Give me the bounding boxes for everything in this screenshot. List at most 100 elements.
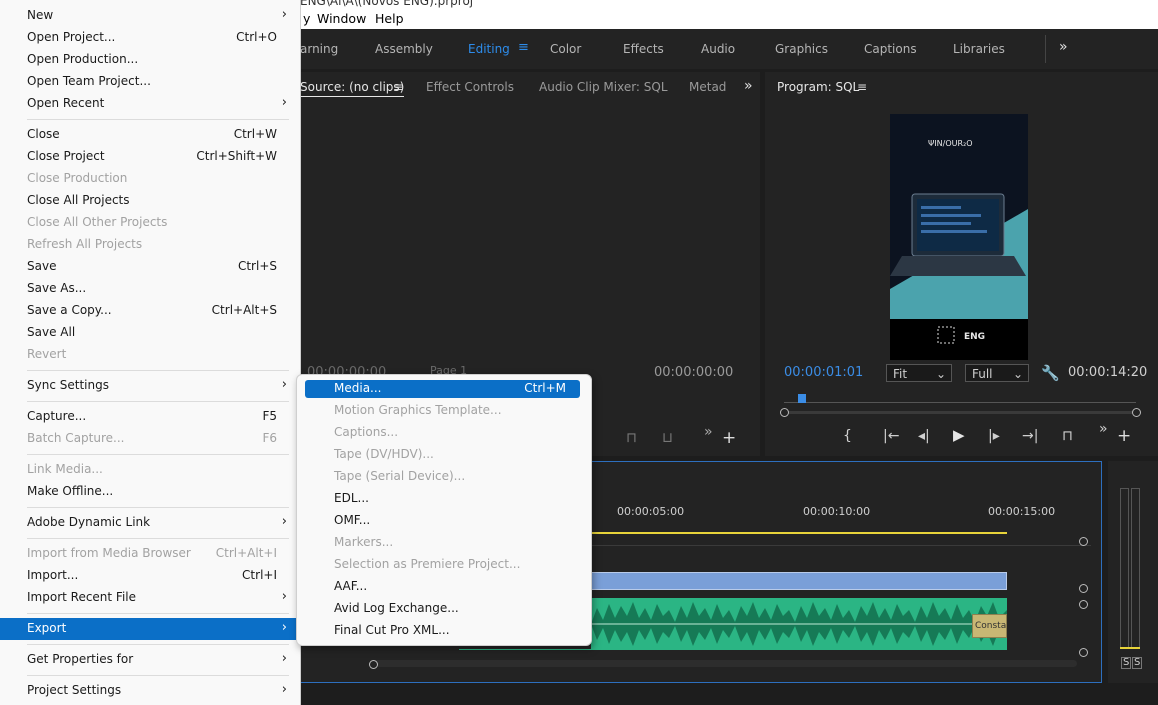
program-zoom-bar[interactable]: [780, 408, 1141, 417]
export-item-edl[interactable]: EDL...: [305, 490, 580, 508]
menu-item-label: Close Production: [27, 171, 128, 185]
play-icon[interactable]: ▶: [953, 426, 965, 444]
fit-dropdown[interactable]: Fit ⌄: [886, 364, 952, 382]
tab-metadata[interactable]: Metad: [689, 80, 726, 94]
export-item-media[interactable]: Media... Ctrl+M: [305, 380, 580, 398]
export-item-aaf[interactable]: AAF...: [305, 578, 580, 596]
playhead[interactable]: [798, 394, 806, 403]
wrench-icon[interactable]: 🔧: [1041, 364, 1060, 382]
timeline-scroll-handle[interactable]: [369, 660, 378, 669]
file-menu-item-save-all[interactable]: Save All: [0, 322, 299, 344]
workspace-tab-editing[interactable]: Editing: [468, 42, 510, 56]
file-menu-item-export[interactable]: Export ›: [0, 618, 299, 640]
file-menu-item-save[interactable]: Save Ctrl+S: [0, 256, 299, 278]
zoom-handle-left[interactable]: [780, 408, 789, 417]
insert-icon[interactable]: ⊓: [626, 430, 637, 446]
file-menu-item-make-offline[interactable]: Make Offline...: [0, 481, 299, 503]
source-add-button-icon[interactable]: +: [722, 428, 736, 448]
workspace-tab-effects[interactable]: Effects: [623, 42, 664, 56]
menu-item-label: Open Recent: [27, 96, 105, 110]
export-item-avid-log-exchange[interactable]: Avid Log Exchange...: [305, 600, 580, 618]
audio-clip[interactable]: [591, 598, 1007, 650]
program-menu-icon[interactable]: ≡: [857, 80, 867, 94]
ruler-label: 00:00:05:00: [617, 505, 685, 518]
menu-item-label: Close Project: [27, 149, 105, 163]
mark-in-icon[interactable]: {: [843, 428, 852, 444]
file-menu-item-project-settings[interactable]: Project Settings ›: [0, 680, 299, 702]
menu-item-shortcut: Ctrl+Alt+S: [211, 303, 277, 317]
workspace-tab-libraries[interactable]: Libraries: [953, 42, 1005, 56]
program-add-button-icon[interactable]: +: [1117, 426, 1131, 446]
workspace-tab-captions[interactable]: Captions: [864, 42, 917, 56]
workspace-tab-color[interactable]: Color: [550, 42, 581, 56]
file-menu-item-open-recent[interactable]: Open Recent ›: [0, 93, 299, 115]
workspace-overflow-icon[interactable]: »: [1059, 39, 1068, 55]
workspace-tab-audio[interactable]: Audio: [701, 42, 735, 56]
step-forward-icon[interactable]: |▸: [988, 428, 1000, 444]
timeline-horizontal-scrollbar[interactable]: [371, 660, 1077, 667]
program-time-ruler[interactable]: [784, 394, 1136, 406]
file-menu-item-import[interactable]: Import... Ctrl+I: [0, 565, 299, 587]
export-item-tape-serial-device: Tape (Serial Device)...: [305, 468, 580, 486]
lift-icon[interactable]: ⊓: [1062, 428, 1073, 444]
file-menu-item-open-team-project[interactable]: Open Team Project...: [0, 71, 299, 93]
menu-item-label: Markers...: [334, 535, 394, 549]
go-to-in-icon[interactable]: |←: [883, 428, 899, 444]
program-more-icon[interactable]: »: [1099, 421, 1108, 437]
menu-help[interactable]: Help: [375, 11, 404, 26]
menu-item-label: Final Cut Pro XML...: [334, 623, 450, 637]
menu-item-label: Media...: [334, 381, 382, 395]
step-back-icon[interactable]: ◂|: [918, 428, 930, 444]
file-menu-item-capture[interactable]: Capture... F5: [0, 406, 299, 428]
tab-source[interactable]: Source: (no clips): [300, 80, 405, 97]
file-menu-item-refresh-all-projects: Refresh All Projects: [0, 234, 299, 256]
tab-audio-clip-mixer[interactable]: Audio Clip Mixer: SQL: [539, 80, 668, 94]
track-scroll-handle[interactable]: [1079, 537, 1088, 546]
tab-effect-controls[interactable]: Effect Controls: [426, 80, 514, 94]
workspace-menu-icon[interactable]: ≡: [518, 40, 529, 55]
workspace-tab-learning[interactable]: arning: [300, 42, 338, 56]
file-menu-item-save-a-copy[interactable]: Save a Copy... Ctrl+Alt+S: [0, 300, 299, 322]
source-menu-icon[interactable]: ≡: [393, 80, 403, 94]
export-item-omf[interactable]: OMF...: [305, 512, 580, 530]
file-menu-item-import-recent-file[interactable]: Import Recent File ›: [0, 587, 299, 609]
overwrite-icon[interactable]: ⊔: [662, 430, 673, 446]
program-timecode-current[interactable]: 00:00:01:01: [784, 365, 863, 380]
menu-partial[interactable]: y: [303, 11, 310, 26]
solo-button[interactable]: S: [1121, 657, 1132, 669]
menu-item-shortcut: Ctrl+O: [236, 30, 277, 44]
track-scroll-handle[interactable]: [1079, 584, 1088, 593]
export-item-final-cut-pro-xml[interactable]: Final Cut Pro XML...: [305, 622, 580, 640]
clip-label[interactable]: Consta: [972, 614, 1007, 638]
file-menu-item-save-as[interactable]: Save As...: [0, 278, 299, 300]
track-scroll-handle[interactable]: [1079, 648, 1088, 657]
window-title: ENG\Ai\A\(Novos ENG).prproj: [300, 0, 474, 8]
menu-separator: [27, 401, 289, 402]
work-area-bar[interactable]: [591, 532, 1007, 534]
quality-dropdown[interactable]: Full ⌄: [965, 364, 1029, 382]
file-menu-item-close-all-projects[interactable]: Close All Projects: [0, 190, 299, 212]
menu-window[interactable]: Window: [317, 11, 366, 26]
source-overflow-icon[interactable]: »: [744, 78, 753, 94]
menu-item-shortcut: Ctrl+Alt+I: [215, 546, 277, 560]
workspace-tab-graphics[interactable]: Graphics: [775, 42, 828, 56]
workspace-tab-assembly[interactable]: Assembly: [375, 42, 433, 56]
file-menu-item-new[interactable]: New ›: [0, 5, 299, 27]
menu-item-label: Close All Other Projects: [27, 215, 168, 229]
file-menu-item-close-project[interactable]: Close Project Ctrl+Shift+W: [0, 146, 299, 168]
workspace-divider: [1045, 35, 1046, 63]
menu-item-label: Save a Copy...: [27, 303, 112, 317]
file-menu-item-adobe-dynamic-link[interactable]: Adobe Dynamic Link ›: [0, 512, 299, 534]
zoom-handle-right[interactable]: [1132, 408, 1141, 417]
solo-button[interactable]: S: [1132, 657, 1143, 669]
file-menu-item-close[interactable]: Close Ctrl+W: [0, 124, 299, 146]
file-menu-item-sync-settings[interactable]: Sync Settings ›: [0, 375, 299, 397]
file-menu-item-get-properties-for[interactable]: Get Properties for ›: [0, 649, 299, 671]
file-menu-item-revert: Revert: [0, 344, 299, 366]
track-scroll-handle[interactable]: [1079, 600, 1088, 609]
file-menu-item-open-production[interactable]: Open Production...: [0, 49, 299, 71]
file-menu-item-open-project[interactable]: Open Project... Ctrl+O: [0, 27, 299, 49]
go-to-out-icon[interactable]: →|: [1022, 428, 1038, 444]
source-more-icon[interactable]: »: [704, 424, 713, 440]
video-clip[interactable]: [591, 572, 1007, 590]
